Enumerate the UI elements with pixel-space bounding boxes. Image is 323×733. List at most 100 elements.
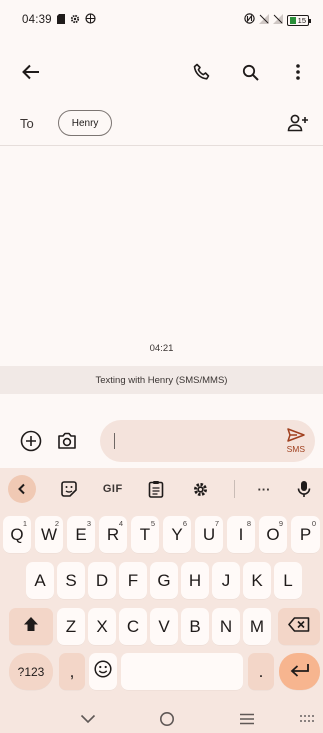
keyboard-grid-icon[interactable] <box>296 708 318 730</box>
period-key-label: . <box>258 661 264 681</box>
key-label: I <box>238 524 244 544</box>
app-bar <box>0 52 323 92</box>
key-label: B <box>189 616 201 636</box>
keyboard-collapse-button[interactable] <box>8 475 36 503</box>
symbols-key-label: ?123 <box>17 664 45 679</box>
key-l[interactable]: L <box>274 562 302 599</box>
space-key[interactable] <box>121 653 243 690</box>
sticker-icon[interactable] <box>58 478 80 500</box>
message-timestamp: 04:21 <box>149 343 174 354</box>
key-hint: 3 <box>86 519 91 528</box>
backspace-icon <box>288 616 310 637</box>
key-a[interactable]: A <box>26 562 54 599</box>
key-label: Y <box>171 524 183 544</box>
key-label: G <box>157 570 171 590</box>
phone-icon[interactable] <box>191 61 213 83</box>
sms-mode-banner: Texting with Henry (SMS/MMS) <box>0 366 323 394</box>
microphone-icon[interactable] <box>293 478 315 500</box>
key-h[interactable]: H <box>181 562 209 599</box>
status-bar: 04:39 15 <box>0 0 323 40</box>
search-icon[interactable] <box>239 61 261 83</box>
shift-key[interactable] <box>9 608 53 645</box>
compose-row: SMS <box>0 418 323 464</box>
key-j[interactable]: J <box>212 562 240 599</box>
message-input[interactable]: SMS <box>100 420 315 462</box>
gif-button[interactable]: GIF <box>103 483 123 495</box>
key-hint: 2 <box>54 519 59 528</box>
key-t[interactable]: T5 <box>131 516 159 553</box>
backspace-key[interactable] <box>278 608 320 645</box>
key-n[interactable]: N <box>212 608 240 645</box>
key-hint: 1 <box>22 519 27 528</box>
key-u[interactable]: U7 <box>195 516 223 553</box>
key-hint: 7 <box>214 519 219 528</box>
recipient-chip[interactable]: Henry <box>57 110 113 136</box>
key-w[interactable]: W2 <box>35 516 63 553</box>
key-c[interactable]: C <box>119 608 147 645</box>
comma-key-label: , <box>69 661 75 681</box>
key-label: O <box>266 524 280 544</box>
symbols-key[interactable]: ?123 <box>9 653 53 690</box>
add-person-icon[interactable] <box>287 112 309 134</box>
key-b[interactable]: B <box>181 608 209 645</box>
gear-icon <box>70 14 80 27</box>
key-d[interactable]: D <box>88 562 116 599</box>
key-v[interactable]: V <box>150 608 178 645</box>
more-vert-icon[interactable] <box>287 61 309 83</box>
key-z[interactable]: Z <box>57 608 85 645</box>
system-nav-bar <box>0 700 323 733</box>
key-p[interactable]: P0 <box>291 516 320 553</box>
send-sms-button[interactable]: SMS <box>287 428 305 454</box>
chevron-down-icon[interactable] <box>77 708 99 730</box>
clipboard-icon[interactable] <box>145 478 167 500</box>
status-left: 04:39 <box>22 13 96 27</box>
key-x[interactable]: X <box>88 608 116 645</box>
key-label: C <box>126 616 140 636</box>
sms-mode-text: Texting with Henry (SMS/MMS) <box>95 374 228 386</box>
key-label: U <box>202 524 216 544</box>
key-label: E <box>75 524 87 544</box>
key-k[interactable]: K <box>243 562 271 599</box>
key-label: A <box>34 570 46 590</box>
key-m[interactable]: M <box>243 608 271 645</box>
enter-icon <box>290 662 310 682</box>
key-hint: 5 <box>150 519 155 528</box>
key-label: N <box>219 616 233 636</box>
period-key[interactable]: . <box>248 653 274 690</box>
toolbar-divider <box>234 480 236 498</box>
menu-lines-icon[interactable] <box>236 708 258 730</box>
key-label: T <box>139 524 151 544</box>
key-e[interactable]: E3 <box>67 516 95 553</box>
key-hint: 8 <box>246 519 251 528</box>
enter-key[interactable] <box>279 653 320 690</box>
add-attachment-icon[interactable] <box>20 430 42 452</box>
key-y[interactable]: Y6 <box>163 516 191 553</box>
key-s[interactable]: S <box>57 562 85 599</box>
key-q[interactable]: Q1 <box>3 516 31 553</box>
key-g[interactable]: G <box>150 562 178 599</box>
status-right: 15 <box>243 13 312 27</box>
key-hint: 4 <box>118 519 123 528</box>
key-hint: 6 <box>182 519 187 528</box>
home-circle-icon[interactable] <box>156 708 178 730</box>
key-f[interactable]: F <box>119 562 147 599</box>
more-options-button[interactable]: ··· <box>257 482 270 497</box>
key-label: F <box>127 570 139 590</box>
camera-icon[interactable] <box>56 430 78 452</box>
no-signal-icon <box>272 13 283 27</box>
key-label: K <box>251 570 263 590</box>
emoji-key[interactable] <box>89 653 117 690</box>
battery-charging-fill <box>289 16 296 24</box>
key-label: Z <box>65 616 77 636</box>
comma-key[interactable]: , <box>59 653 85 690</box>
key-r[interactable]: R4 <box>99 516 127 553</box>
key-hint: 0 <box>311 519 316 528</box>
key-i[interactable]: I8 <box>227 516 255 553</box>
key-label: J <box>221 570 231 590</box>
key-o[interactable]: O9 <box>259 516 287 553</box>
key-label: M <box>249 616 265 636</box>
to-label: To <box>20 115 34 131</box>
settings-gear-icon[interactable] <box>190 478 212 500</box>
arrow-back-icon[interactable] <box>20 61 42 83</box>
key-label: V <box>158 616 170 636</box>
